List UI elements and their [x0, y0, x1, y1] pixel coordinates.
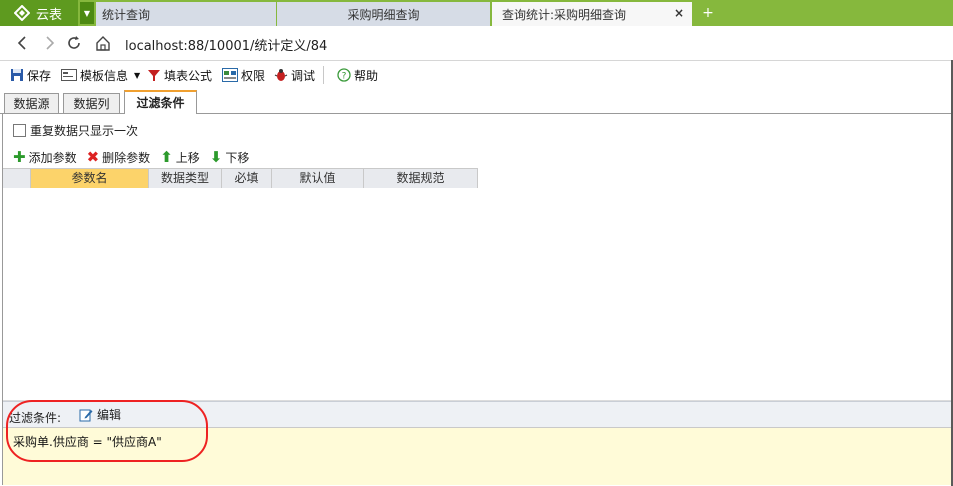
fill-formula-label: 填表公式 — [164, 68, 213, 83]
permission-button[interactable]: 权限 — [222, 66, 265, 84]
url-field[interactable]: localhost:88/10001/统计定义/84 — [125, 35, 327, 54]
edit-filter-button[interactable]: 编辑 — [79, 406, 121, 423]
delete-param-label: 删除参数 — [102, 150, 151, 165]
move-down-button[interactable]: ⬇ 下移 — [210, 149, 250, 166]
edit-pencil-icon — [79, 409, 93, 421]
help-icon: ? — [337, 68, 351, 82]
permission-label: 权限 — [241, 68, 266, 83]
debug-button[interactable]: 调试 — [274, 66, 315, 84]
delete-x-icon: ✖ — [86, 147, 100, 166]
filter-condition-bar: 过滤条件: 编辑 — [3, 401, 952, 427]
dropdown-arrow-icon[interactable]: ▼ — [134, 71, 140, 80]
dedupe-checkbox-row[interactable]: 重复数据只显示一次 — [13, 122, 138, 139]
param-actions: ✚ 添加参数 ✖ 删除参数 ⬆ 上移 ⬇ 下移 — [13, 148, 259, 166]
template-info-label: 模板信息 — [80, 68, 129, 83]
back-arrow-icon[interactable] — [14, 34, 32, 52]
debug-bug-icon — [274, 69, 288, 81]
row-indicator-header — [3, 169, 31, 188]
tab-query-stats-active[interactable]: 查询统计:采购明细查询 × — [492, 2, 692, 26]
arrow-down-icon: ⬇ — [209, 147, 223, 166]
dedupe-checkbox-label: 重复数据只显示一次 — [30, 124, 139, 138]
app-name: 云表 — [36, 7, 63, 23]
template-info-icon — [61, 69, 77, 81]
home-icon[interactable] — [94, 34, 112, 52]
svg-text:?: ? — [342, 72, 347, 82]
refresh-icon[interactable] — [65, 34, 83, 52]
add-param-label: 添加参数 — [28, 150, 77, 165]
save-disk-icon — [11, 69, 23, 81]
col-default-value[interactable]: 默认值 — [272, 169, 364, 188]
toolbar: 保存 模板信息 ▼ 填表公式 权限 调试 ? 帮助 — [0, 61, 953, 88]
permission-grid-icon — [222, 68, 238, 82]
filter-expression-area[interactable]: 采购单.供应商 = "供应商A" — [3, 427, 952, 485]
toolbar-divider — [323, 66, 324, 84]
tab-label: 查询统计:采购明细查询 — [502, 7, 627, 22]
browser-tab-bar: 云表 ▼ 统计查询 采购明细查询 查询统计:采购明细查询 × + — [0, 0, 953, 26]
tab-data-source[interactable]: 数据源 — [4, 93, 59, 113]
tab-stats-query[interactable]: 统计查询 — [96, 2, 276, 26]
params-grid-body[interactable] — [3, 188, 952, 400]
move-down-label: 下移 — [225, 150, 250, 165]
arrow-up-icon: ⬆ — [160, 147, 173, 166]
filter-panel: 重复数据只显示一次 ✚ 添加参数 ✖ 删除参数 ⬆ 上移 ⬇ 下移 参数名 数据… — [2, 114, 953, 485]
save-label: 保存 — [27, 68, 52, 83]
fill-formula-button[interactable]: 填表公式 — [147, 66, 212, 84]
move-up-label: 上移 — [175, 150, 200, 165]
tab-purchase-detail[interactable]: 采购明细查询 — [277, 2, 490, 26]
filter-expression: 采购单.供应商 = "供应商A" — [13, 435, 162, 449]
dedupe-checkbox[interactable] — [13, 124, 26, 137]
params-grid-header: 参数名 数据类型 必填 默认值 数据规范 — [3, 168, 478, 189]
filter-condition-label: 过滤条件: — [9, 411, 62, 425]
col-data-type[interactable]: 数据类型 — [149, 169, 222, 188]
col-required[interactable]: 必填 — [222, 169, 272, 188]
app-logo-icon — [14, 5, 30, 21]
edit-filter-label: 编辑 — [97, 408, 122, 422]
debug-label: 调试 — [291, 68, 316, 83]
formula-funnel-icon — [148, 70, 160, 81]
app-dropdown-arrow-icon[interactable]: ▼ — [80, 2, 94, 24]
col-data-spec[interactable]: 数据规范 — [364, 169, 478, 188]
tab-filter-conditions[interactable]: 过滤条件 — [124, 90, 197, 114]
help-label: 帮助 — [354, 68, 379, 83]
inner-tab-strip: 数据源 数据列 过滤条件 — [0, 89, 953, 114]
app-menu-button[interactable]: 云表 — [0, 0, 78, 26]
save-button[interactable]: 保存 — [10, 66, 51, 84]
move-up-button[interactable]: ⬆ 上移 — [160, 149, 200, 166]
address-bar: localhost:88/10001/统计定义/84 — [0, 26, 953, 61]
close-tab-icon[interactable]: × — [674, 6, 684, 20]
tab-data-columns[interactable]: 数据列 — [63, 93, 120, 113]
help-button[interactable]: ? 帮助 — [337, 66, 378, 84]
add-param-button[interactable]: ✚ 添加参数 — [13, 149, 77, 166]
tab-label: 采购明细查询 — [347, 7, 420, 22]
col-param-name[interactable]: 参数名 — [31, 169, 149, 188]
new-tab-icon[interactable]: + — [699, 5, 717, 21]
tab-label: 统计查询 — [102, 7, 151, 22]
forward-arrow-icon[interactable] — [40, 34, 58, 52]
plus-icon: ✚ — [13, 147, 26, 166]
template-info-button[interactable]: 模板信息 ▼ — [61, 66, 140, 84]
delete-param-button[interactable]: ✖ 删除参数 — [87, 149, 151, 166]
